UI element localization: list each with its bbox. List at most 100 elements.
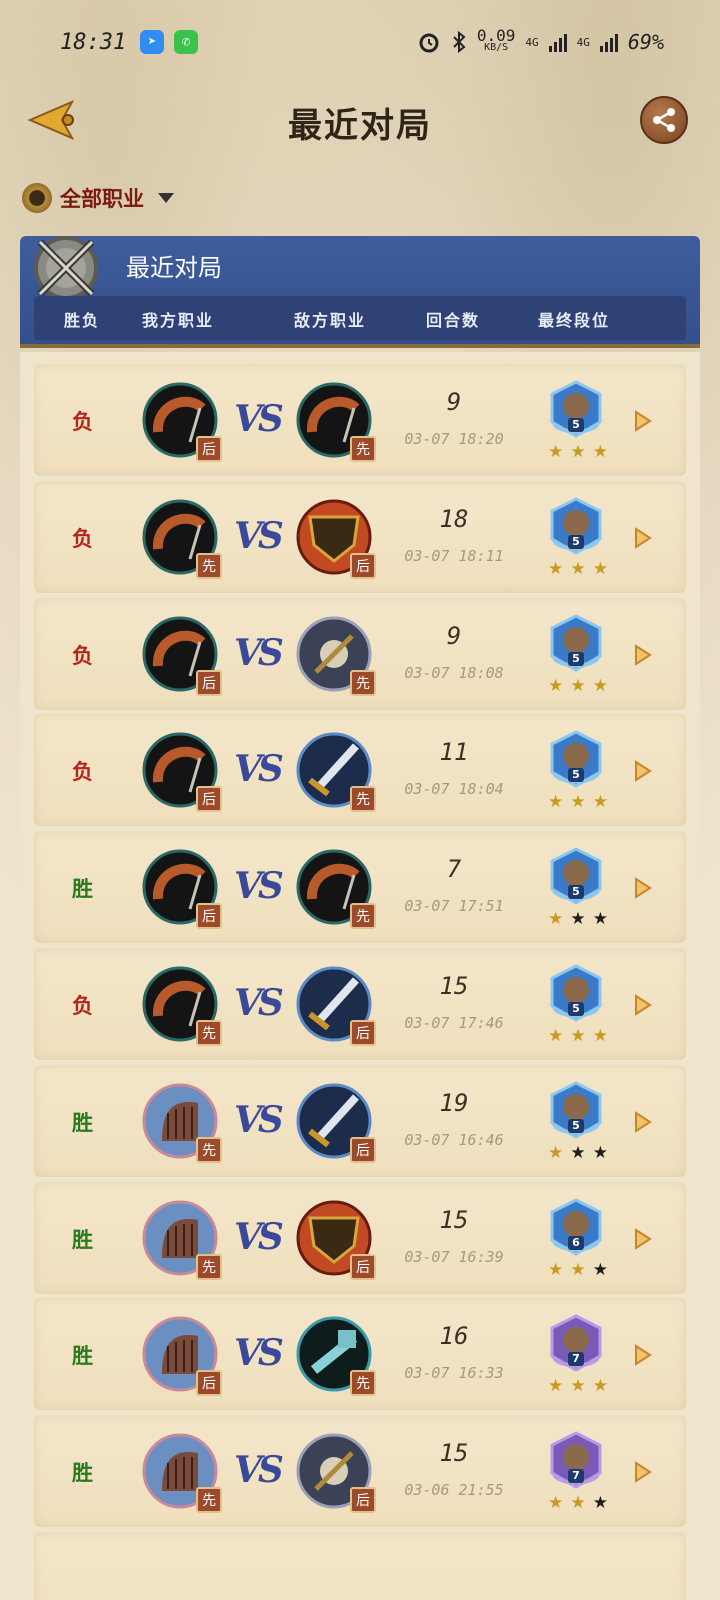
match-datetime: 03-07 16:46 [404, 1130, 504, 1149]
chevron-right-icon[interactable] [634, 410, 652, 432]
match-list[interactable]: 负 后 VS 先 9 03-07 18:20 5 ★ ★ ★ 负 先 VS 后 … [20, 352, 700, 1600]
rank-stars: ★ ★ ★ [548, 559, 608, 579]
turn-count: 11 [439, 738, 469, 767]
chevron-right-icon[interactable] [634, 1344, 652, 1367]
star-icon: ★ [592, 1376, 608, 1397]
match-row[interactable]: 胜 先 VS 后 19 03-07 16:46 5 ★ ★ ★ [34, 1064, 686, 1177]
share-icon [653, 108, 675, 132]
match-row[interactable]: 负 先 VS 后 15 03-07 17:46 5 ★ ★ ★ [34, 948, 686, 1060]
my-turn-order-badge: 后 [196, 669, 222, 696]
rank-stars: ★ ★ ★ [548, 1143, 608, 1163]
my-turn-order-badge: 后 [196, 1370, 222, 1397]
rank-stars: ★ ★ ★ [548, 1376, 608, 1396]
column-turns: 回合数 [426, 311, 481, 330]
enemy-class-icon: 后 [296, 499, 376, 579]
star-icon: ★ [592, 792, 608, 813]
chevron-right-icon[interactable] [634, 1110, 652, 1133]
match-row[interactable]: 胜 后 VS 先 7 03-07 17:51 5 ★ ★ ★ [34, 831, 686, 944]
vs-icon: VS [234, 982, 284, 1024]
my-class-icon: 后 [142, 732, 222, 813]
my-turn-order-badge: 先 [196, 1020, 222, 1046]
match-row[interactable]: 胜 后 VS 先 16 03-07 16:33 7 ★ ★ ★ [34, 1298, 686, 1411]
rank-stars: ★ ★ ★ [548, 792, 608, 812]
enemy-class-icon: 后 [296, 1083, 376, 1163]
match-row[interactable]: 胜 先 VS 后 15 03-07 16:39 6 ★ ★ ★ [34, 1181, 686, 1294]
star-icon: ★ [548, 442, 564, 462]
turn-count: 15 [439, 1205, 469, 1234]
recent-matches-panel-header: 最近对局 胜负 我方职业 敌方职业 回合数 最终段位 [20, 236, 700, 348]
phone-app-icon: ✆ [174, 30, 199, 54]
share-button[interactable] [640, 96, 688, 144]
chevron-right-icon[interactable] [634, 526, 652, 549]
star-icon: ★ [548, 1259, 564, 1280]
star-icon: ★ [592, 1493, 608, 1514]
match-row-partial[interactable] [34, 1532, 686, 1600]
match-row[interactable]: 负 后 VS 先 11 03-07 18:04 5 ★ ★ ★ [34, 714, 686, 827]
turn-count: 9 [446, 388, 462, 416]
enemy-turn-order-badge: 后 [350, 1136, 376, 1163]
enemy-turn-order-badge: 后 [350, 1487, 376, 1514]
star-icon: ★ [592, 909, 608, 930]
chevron-right-icon[interactable] [634, 760, 652, 783]
match-row[interactable]: 负 后 VS 先 9 03-07 18:20 5 ★ ★ ★ [34, 364, 686, 476]
turn-count: 19 [439, 1088, 469, 1117]
my-turn-order-badge: 先 [196, 1487, 222, 1514]
enemy-turn-order-badge: 后 [350, 552, 376, 579]
match-result: 负 [72, 642, 93, 668]
match-datetime: 03-07 18:04 [404, 780, 504, 799]
enemy-class-icon: 先 [296, 616, 376, 696]
star-icon: ★ [592, 558, 608, 579]
star-icon: ★ [570, 558, 586, 579]
signal-icon [548, 32, 567, 52]
battery-level: 69% [627, 30, 664, 54]
network-speed: 0.09 KB/S [476, 26, 516, 54]
match-row[interactable]: 负 后 VS 先 9 03-07 18:08 5 ★ ★ ★ [34, 597, 686, 710]
rank-number: 5 [572, 768, 580, 782]
my-turn-order-badge: 后 [196, 436, 222, 462]
star-icon: ★ [570, 909, 586, 930]
match-result: 胜 [72, 876, 93, 902]
chevron-right-icon[interactable] [634, 643, 652, 666]
match-row[interactable]: 负 先 VS 后 18 03-07 18:11 5 ★ ★ ★ [34, 480, 686, 593]
star-icon: ★ [548, 1026, 564, 1046]
star-icon: ★ [548, 792, 564, 813]
star-icon: ★ [570, 1026, 586, 1046]
chevron-right-icon[interactable] [634, 1461, 652, 1484]
enemy-class-icon: 后 [296, 1200, 376, 1280]
column-final-rank: 最终段位 [538, 311, 611, 330]
status-time: 18:31 [60, 29, 127, 55]
match-result: 胜 [72, 1343, 93, 1369]
sim2-label: 4G [576, 35, 590, 49]
star-icon: ★ [548, 558, 564, 579]
column-enemy-class: 敌方职业 [294, 311, 367, 330]
my-class-icon: 后 [142, 382, 222, 462]
message-app-icon: ➤ [140, 30, 165, 54]
enemy-turn-order-badge: 先 [350, 903, 376, 930]
header: 最近对局 [0, 84, 720, 160]
vs-icon: VS [234, 514, 284, 557]
match-datetime: 03-07 17:51 [404, 897, 504, 916]
rank-number: 5 [572, 651, 580, 665]
sim1-label: 4G [525, 35, 539, 49]
my-class-icon: 先 [142, 966, 222, 1046]
star-icon: ★ [548, 1493, 564, 1514]
my-turn-order-badge: 先 [196, 1136, 222, 1163]
star-icon: ★ [592, 1142, 608, 1163]
match-row[interactable]: 胜 先 VS 后 15 03-06 21:55 7 ★ ★ ★ [34, 1415, 686, 1528]
chevron-right-icon[interactable] [634, 1227, 652, 1250]
star-icon: ★ [548, 1142, 564, 1163]
star-icon: ★ [592, 675, 608, 696]
star-icon: ★ [548, 675, 564, 696]
class-filter-dropdown[interactable]: 全部职业 [22, 180, 174, 216]
enemy-class-icon: 后 [296, 1433, 376, 1514]
enemy-turn-order-badge: 先 [350, 436, 376, 462]
page: 18:31 ➤ ✆ 0.09 KB/S 4G 4G 69% 最近对局 全部职业 … [0, 0, 720, 1600]
vs-icon: VS [234, 398, 284, 440]
match-datetime: 03-06 21:55 [404, 1481, 504, 1500]
chevron-right-icon[interactable] [634, 994, 652, 1016]
chevron-right-icon[interactable] [634, 877, 652, 900]
my-class-icon: 先 [142, 1200, 222, 1280]
rank-number: 6 [572, 1235, 580, 1249]
my-class-icon: 先 [142, 499, 222, 579]
match-result: 负 [72, 525, 93, 551]
